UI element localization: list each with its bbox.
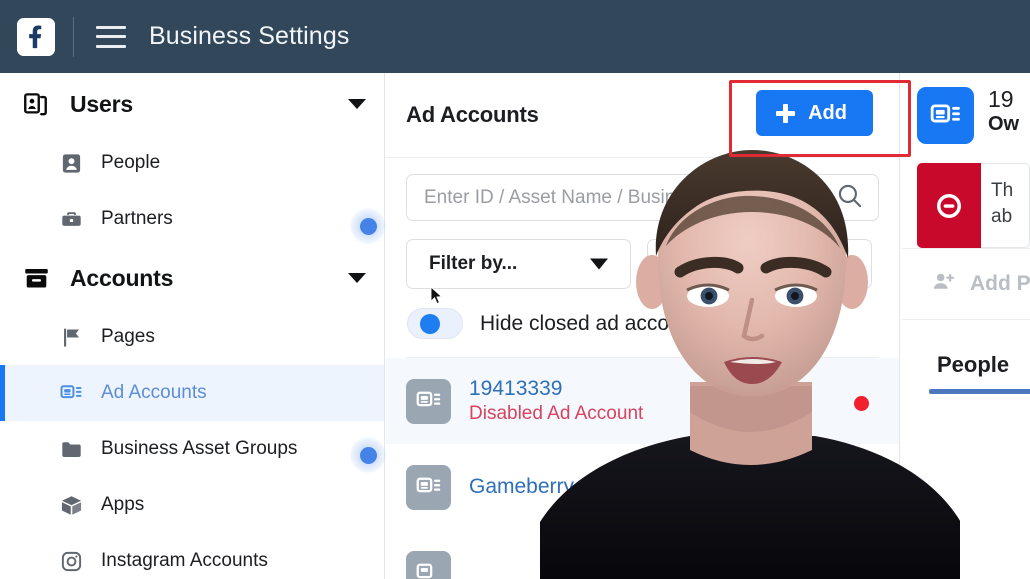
- plus-icon: [776, 103, 796, 123]
- detail-panel-tabs: People: [901, 320, 1030, 394]
- tab-people[interactable]: People: [928, 352, 1030, 394]
- blocked-icon: [917, 163, 981, 248]
- search-box[interactable]: [406, 174, 879, 221]
- page-title: Business Settings: [149, 22, 350, 50]
- archive-box-icon: [21, 263, 51, 293]
- ad-account-icon: [58, 380, 84, 406]
- sidebar-item-instagram-accounts-label: Instagram Accounts: [101, 550, 268, 571]
- ad-account-detail-panel: 19 Ow Th ab Add P People: [901, 73, 1030, 579]
- sidebar-item-ad-accounts[interactable]: Ad Accounts: [0, 365, 384, 421]
- person-icon: [58, 150, 84, 176]
- header-divider: [73, 16, 74, 57]
- sidebar-group-accounts-label: Accounts: [70, 264, 174, 291]
- add-people-label: Add Pe: [970, 272, 1030, 295]
- filters-section: Filter by... S Hide closed ad accou: [386, 158, 899, 358]
- ad-account-status: Disabled Ad Account: [469, 403, 644, 424]
- flag-icon: [58, 324, 84, 350]
- table-row-ad-account-1[interactable]: 19413339 Disabled Ad Account: [386, 358, 899, 444]
- dropdown-row: Filter by... S: [406, 239, 879, 289]
- sidebar-group-users-label: Users: [70, 90, 133, 117]
- sidebar-group-users[interactable]: Users: [0, 73, 384, 135]
- instagram-icon: [58, 548, 84, 574]
- main-header: Ad Accounts Add: [386, 73, 899, 158]
- sidebar-item-ad-accounts-label: Ad Accounts: [101, 382, 207, 403]
- add-person-icon: [931, 269, 956, 299]
- hide-closed-toggle-row: Hide closed ad accou: [406, 308, 879, 339]
- sidebar-item-apps[interactable]: Apps: [0, 477, 384, 533]
- search-input[interactable]: [424, 186, 830, 209]
- ad-account-icon: [406, 464, 451, 510]
- ad-account-icon: [917, 87, 974, 144]
- sidebar-group-accounts[interactable]: Accounts: [0, 247, 384, 309]
- chevron-down-icon-users[interactable]: [348, 99, 366, 109]
- hide-closed-ad-accounts-toggle[interactable]: [407, 308, 463, 339]
- sidebar-item-instagram-accounts[interactable]: Instagram Accounts: [0, 533, 384, 579]
- ad-account-name[interactable]: 19413339: [469, 377, 643, 401]
- detail-panel-header: 19 Ow: [901, 73, 1030, 163]
- chevron-down-icon-sort: [831, 258, 849, 270]
- ad-accounts-main-panel: Ad Accounts Add Filter by...: [386, 73, 900, 579]
- disabled-account-banner: Th ab: [917, 163, 1030, 248]
- folder-icon: [58, 436, 84, 462]
- add-button-label: Add: [808, 101, 847, 124]
- detail-panel-identity: 19 Ow: [988, 87, 1019, 136]
- ad-account-text: 19413339 Disabled Ad Account: [469, 377, 643, 425]
- sidebar-item-partners[interactable]: Partners: [0, 191, 384, 247]
- sidebar-navigation: Users People Partners Accounts Pages Ad …: [0, 73, 385, 579]
- filter-by-dropdown[interactable]: Filter by...: [406, 239, 631, 289]
- detail-account-id: 19: [988, 87, 1014, 112]
- ad-account-icon: [406, 378, 451, 424]
- briefcase-icon: [58, 206, 84, 232]
- sort-by-dropdown[interactable]: S: [647, 239, 872, 289]
- sidebar-item-partners-label: Partners: [101, 208, 173, 229]
- banner-text: Th ab: [981, 163, 1030, 248]
- hide-closed-ad-accounts-label: Hide closed ad accou: [480, 311, 681, 335]
- ad-account-name[interactable]: Gameberry: [469, 475, 574, 499]
- table-row-ad-account-3[interactable]: [386, 530, 899, 579]
- search-icon[interactable]: [836, 182, 863, 214]
- cube-icon: [58, 492, 84, 518]
- table-row-ad-account-2[interactable]: Gameberry: [386, 444, 899, 530]
- main-panel-title: Ad Accounts: [406, 102, 539, 127]
- ad-account-icon: [406, 550, 451, 579]
- click-indicator-partners: [350, 208, 386, 244]
- banner-line-2: ab: [991, 205, 1013, 227]
- ad-account-text: Gameberry: [469, 475, 574, 499]
- tab-people-label: People: [937, 352, 1010, 377]
- click-indicator-business-asset-groups: [350, 437, 386, 473]
- sidebar-item-people-label: People: [101, 152, 161, 173]
- sidebar-item-pages[interactable]: Pages: [0, 309, 384, 365]
- sidebar-item-business-asset-groups[interactable]: Business Asset Groups: [0, 421, 384, 477]
- users-cards-icon: [21, 89, 51, 119]
- sidebar-item-business-asset-groups-label: Business Asset Groups: [101, 438, 298, 459]
- sort-by-label: S: [670, 253, 683, 274]
- hamburger-menu-icon[interactable]: [96, 25, 126, 48]
- sidebar-item-people[interactable]: People: [0, 135, 384, 191]
- filter-by-label: Filter by...: [429, 253, 518, 274]
- top-header-bar: Business Settings: [0, 0, 1030, 73]
- sidebar-item-apps-label: Apps: [101, 494, 145, 515]
- banner-line-1: Th: [991, 180, 1014, 201]
- status-badge: [854, 396, 869, 411]
- chevron-down-icon-filter: [590, 258, 608, 270]
- facebook-logo-icon[interactable]: [17, 17, 55, 56]
- add-people-button[interactable]: Add Pe: [901, 248, 1030, 320]
- business-settings-screen: Business Settings Users People Partners …: [0, 0, 1030, 579]
- chevron-down-icon-accounts[interactable]: [348, 273, 366, 283]
- sidebar-item-pages-label: Pages: [101, 326, 155, 347]
- detail-account-role: Ow: [988, 112, 1020, 135]
- add-button[interactable]: Add: [756, 90, 873, 136]
